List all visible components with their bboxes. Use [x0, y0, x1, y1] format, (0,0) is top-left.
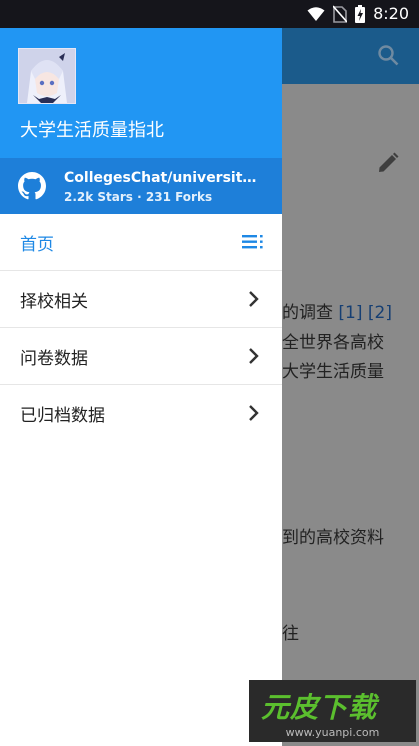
repo-name: CollegesChat/university-in…: [64, 170, 264, 186]
nav-item-label: 问卷数据: [20, 349, 88, 369]
article-line: 往: [282, 624, 299, 644]
repo-link[interactable]: CollegesChat/university-in… 2.2k Stars ·…: [0, 158, 282, 214]
github-icon: [18, 172, 46, 204]
article-line: 的调查 [1] [2]: [282, 298, 392, 323]
article-text: 的调查: [282, 303, 339, 323]
toc-icon[interactable]: [242, 234, 264, 253]
avatar: [18, 48, 76, 104]
article-line: 全世界各高校: [282, 333, 384, 353]
article-line: 大学生活质量: [282, 362, 384, 382]
nav-item-home[interactable]: 首页: [0, 214, 282, 271]
status-time: 8:20: [373, 4, 409, 23]
status-icons: 8:20: [307, 4, 409, 23]
background-page: 的调查 [1] [2] 全世界各高校 大学生活质量 到的高校资料 往: [282, 28, 419, 746]
nav-item-archived-data[interactable]: 已归档数据: [0, 385, 282, 442]
watermark-logo: 元皮下载: [261, 691, 378, 724]
search-icon[interactable]: [377, 44, 399, 70]
chevron-right-icon: [248, 290, 260, 312]
chevron-right-icon: [248, 404, 260, 426]
edit-icon[interactable]: [377, 152, 399, 178]
nav-item-label: 择校相关: [20, 292, 88, 312]
nav-item-label: 已归档数据: [20, 406, 105, 426]
article-line: 到的高校资料: [282, 528, 384, 548]
chevron-right-icon: [248, 347, 260, 369]
battery-icon: [355, 4, 366, 23]
nav-item-survey-data[interactable]: 问卷数据: [0, 328, 282, 385]
repo-stats: 2.2k Stars · 231 Forks: [64, 190, 213, 204]
nav-item-label: 首页: [20, 235, 54, 255]
drawer-header: 大学生活质量指北: [0, 28, 282, 158]
drawer-title: 大学生活质量指北: [20, 120, 164, 141]
app-bar: [282, 28, 419, 84]
nav-item-school-selection[interactable]: 择校相关: [0, 271, 282, 328]
wifi-icon: [307, 6, 325, 21]
status-bar: 8:20: [0, 0, 419, 28]
reference-link[interactable]: [2]: [368, 303, 392, 323]
watermark-url: www.yuanpi.com: [285, 726, 380, 739]
watermark: 元皮下载 www.yuanpi.com: [249, 680, 416, 742]
reference-link[interactable]: [1]: [338, 303, 362, 323]
no-sim-icon: [333, 4, 348, 23]
navigation-drawer: 大学生活质量指北 CollegesChat/university-in… 2.2…: [0, 28, 282, 746]
